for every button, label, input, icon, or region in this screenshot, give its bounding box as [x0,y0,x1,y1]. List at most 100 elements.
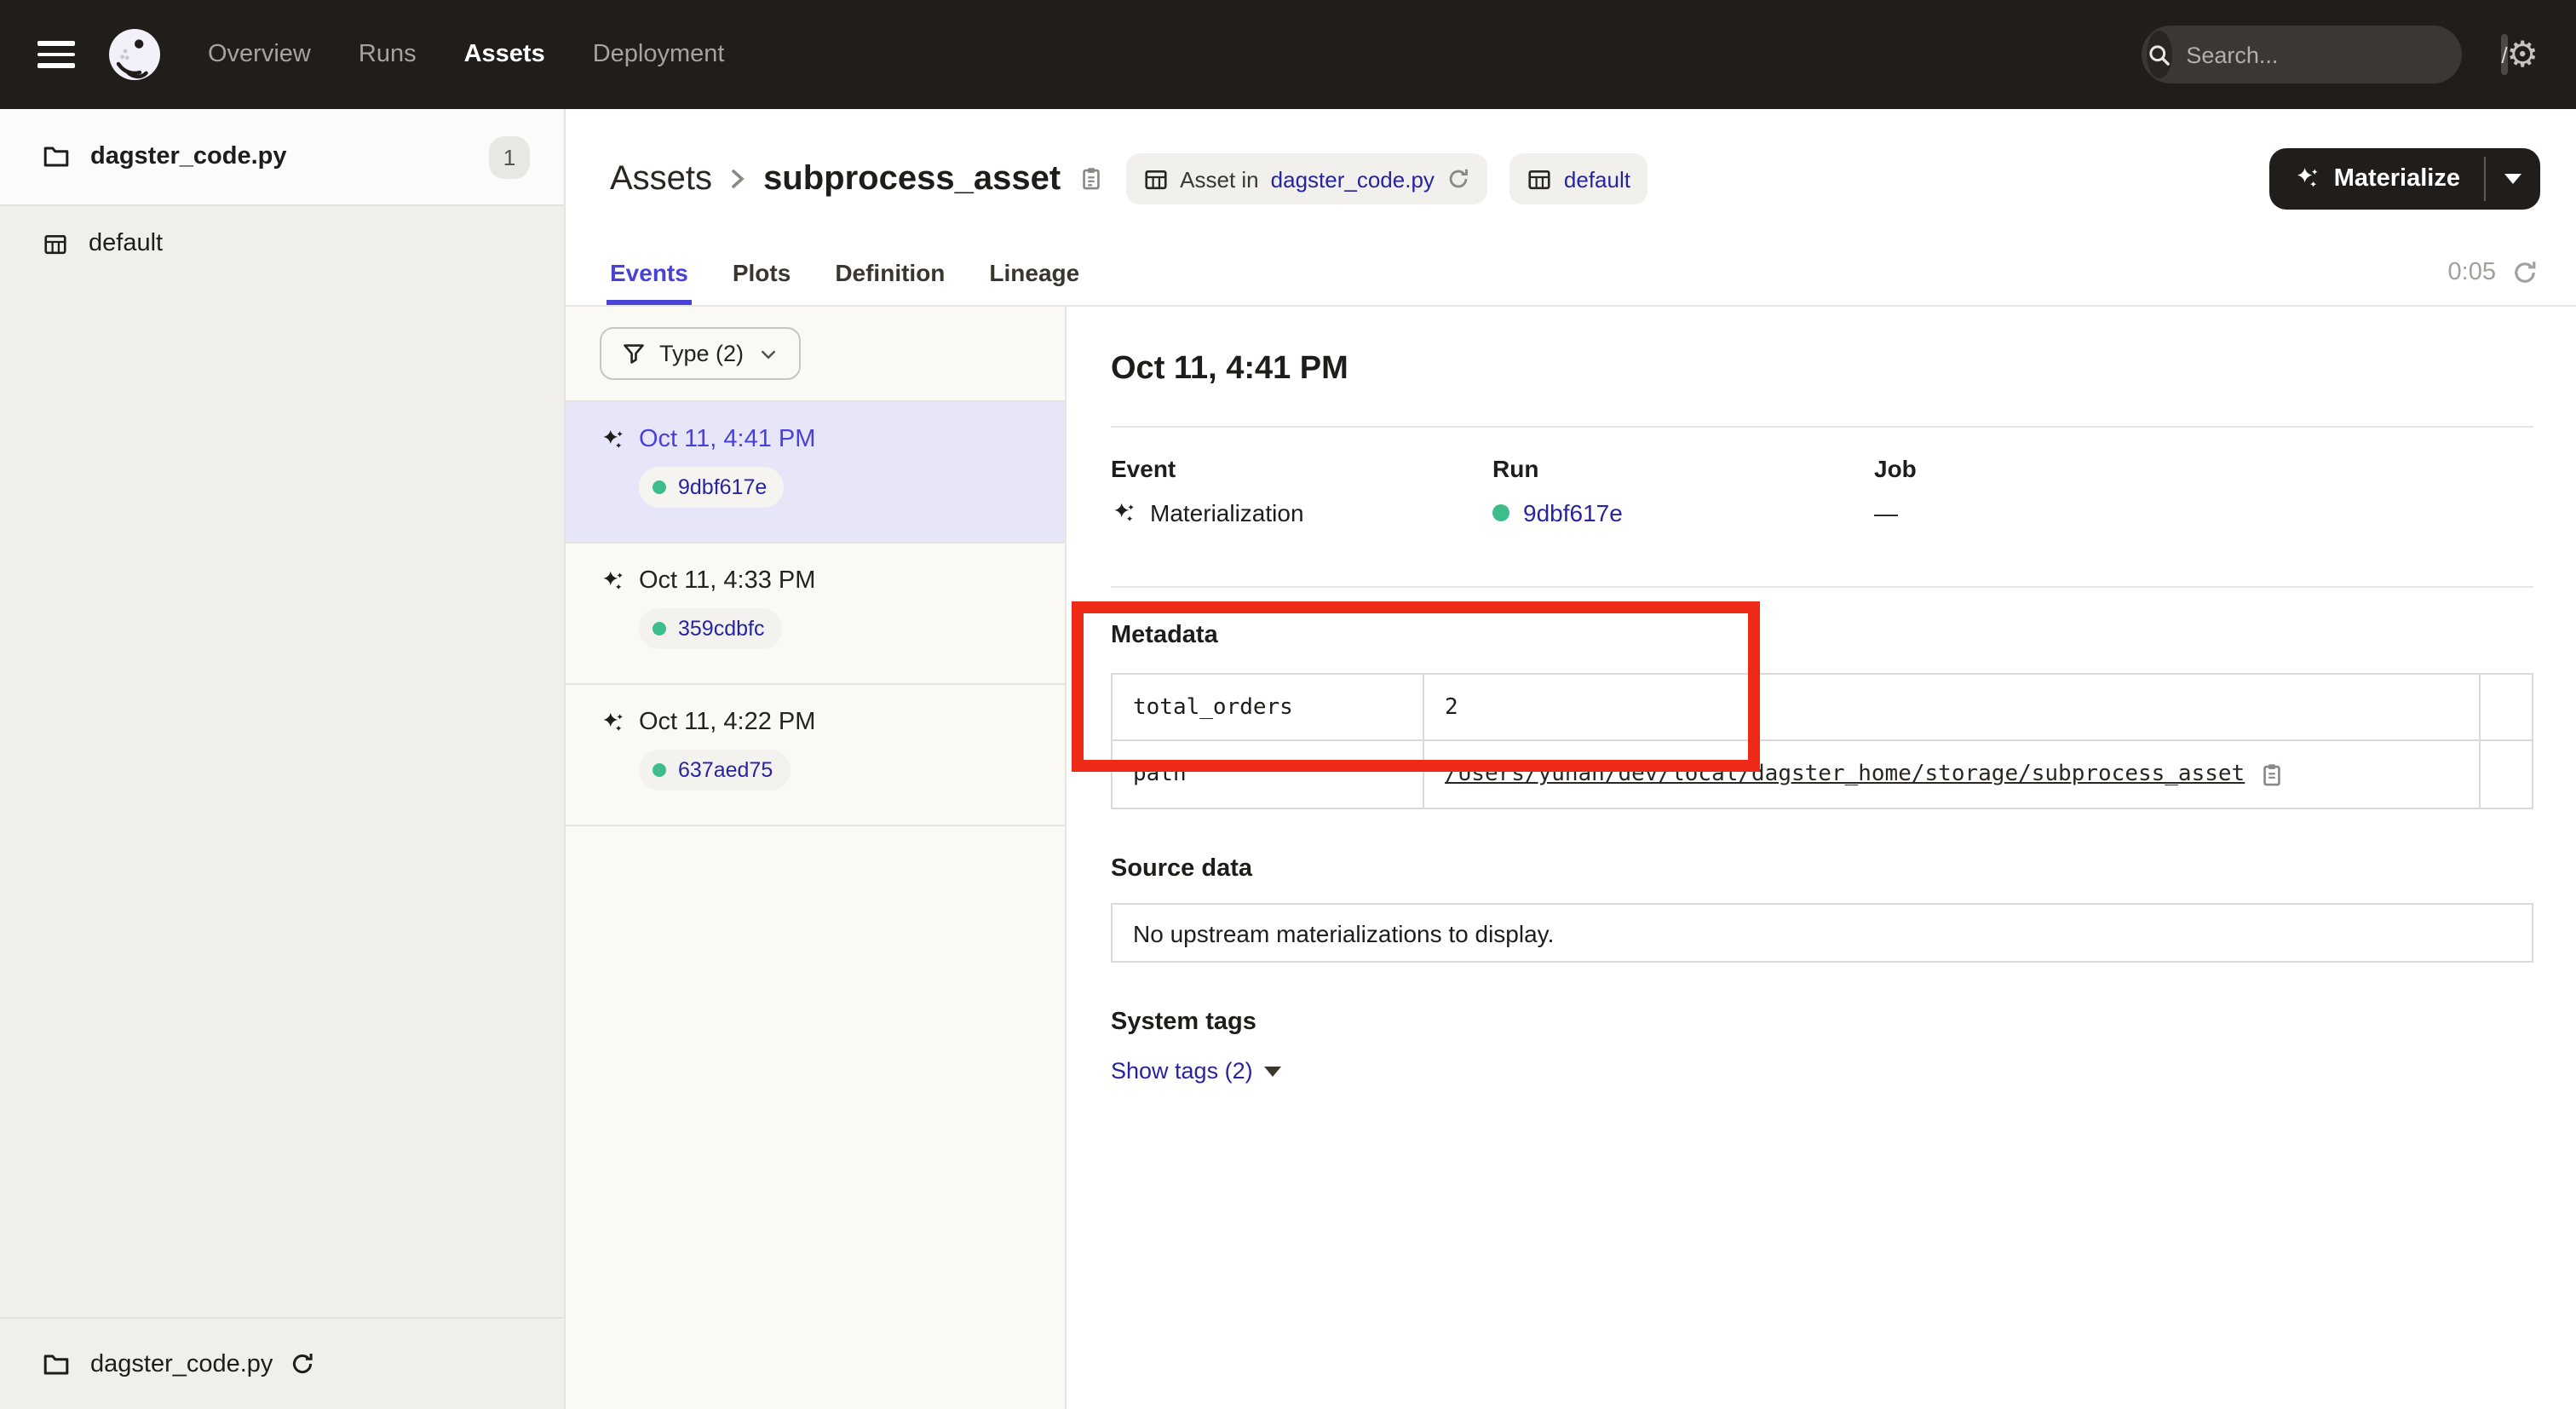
metadata-actions-cell [2481,675,2532,741]
sidebar-default-group-label: default [89,230,163,257]
run-column-label: Run [1492,455,1874,482]
event-list-item[interactable]: Oct 11, 4:33 PM 359cdbfc [566,543,1065,685]
caret-down-icon [1265,1066,1282,1076]
copy-asset-name-icon[interactable] [1078,165,1103,193]
code-location-link[interactable]: dagster_code.py [1271,166,1435,192]
group-link[interactable]: default [1564,166,1630,192]
materialize-split-button: Materialize [2269,148,2540,210]
type-filter-label: Type (2) [659,341,744,366]
nav-deployment[interactable]: Deployment [593,41,725,68]
reload-code-location-icon[interactable] [290,1351,315,1377]
top-nav-right: / ⚙ [2142,26,2539,83]
tab-events[interactable]: Events [610,239,688,305]
run-id-link: 637aed75 [678,758,773,782]
dagster-logo-icon[interactable] [106,26,164,83]
app-body: dagster_code.py 1 default dagster_code.p… [0,109,2576,1409]
path-link[interactable]: /Users/yuhan/dev/local/dagster_home/stor… [1445,762,2245,787]
copy-path-icon[interactable] [2258,761,2284,788]
job-value: — [1874,499,1898,526]
show-tags-label: Show tags (2) [1111,1058,1253,1084]
chevron-down-icon [757,343,778,364]
metadata-value: 2 [1424,675,2481,741]
materialize-label: Materialize [2334,165,2460,193]
sidebar-code-location-label: dagster_code.py [90,143,287,170]
event-detail-heading: Oct 11, 4:41 PM [1111,351,2533,388]
event-list-item[interactable]: Oct 11, 4:41 PM 9dbf617e [566,402,1065,543]
refresh-timer: 0:05 [2448,258,2539,285]
metadata-key: path [1113,741,1424,808]
sparkle-icon [2293,165,2320,193]
metadata-key: total_orders [1113,675,1424,741]
event-column-label: Event [1111,455,1492,482]
sidebar-item-default-group[interactable]: default [0,206,564,278]
top-nav: Overview Runs Assets Deployment / ⚙ [0,0,2576,109]
job-column: Job — [1874,455,1917,526]
search-shortcut-badge: / [2501,34,2507,75]
tab-lineage[interactable]: Lineage [989,239,1079,305]
chevron-right-icon [729,167,746,191]
breadcrumb: Assets subprocess_asset Asset in dagster… [610,153,1647,204]
refresh-icon[interactable] [1446,167,1470,191]
event-summary-columns: Event Materialization Run [1111,455,2533,526]
materialize-dropdown-button[interactable] [2486,148,2540,210]
page-title: subprocess_asset [763,159,1061,198]
primary-nav: Overview Runs Assets Deployment [208,41,724,68]
events-filter-area: Type (2) [566,307,1065,402]
run-id-link[interactable]: 9dbf617e [1523,499,1623,526]
run-id-link: 359cdbfc [678,617,764,641]
event-timestamp: Oct 11, 4:41 PM [639,426,815,453]
show-tags-toggle[interactable]: Show tags (2) [1111,1058,1282,1084]
breadcrumb-assets-link[interactable]: Assets [610,159,712,198]
refresh-countdown: 0:05 [2448,258,2496,285]
run-id-pill[interactable]: 637aed75 [639,750,790,791]
asset-tabs: Events Plots Definition Lineage 0:05 [566,239,2576,307]
sidebar-footer-code-location[interactable]: dagster_code.py [0,1317,564,1409]
materialization-sparkle-icon [600,710,625,735]
nav-runs[interactable]: Runs [359,41,417,68]
run-status-dot [1492,504,1509,521]
folder-icon [43,143,70,170]
tab-definition[interactable]: Definition [835,239,945,305]
run-column: Run 9dbf617e [1492,455,1874,526]
tab-plots[interactable]: Plots [733,239,791,305]
metadata-table: total_orders 2 path /Users/yuhan/dev/loc… [1111,673,2533,809]
materialization-sparkle-icon [600,568,625,594]
divider [1111,426,2533,428]
asset-in-text: Asset in [1180,166,1259,192]
gear-icon[interactable]: ⚙ [2506,37,2539,72]
event-column: Event Materialization [1111,455,1492,526]
metadata-actions-cell [2481,741,2532,808]
materialization-sparkle-icon [1111,500,1136,526]
event-list-item[interactable]: Oct 11, 4:22 PM 637aed75 [566,685,1065,826]
main-area: Assets subprocess_asset Asset in dagster… [566,109,2576,1409]
search-input[interactable] [2172,42,2501,67]
events-list-panel: Type (2) Oct 11, 4:41 PM [566,307,1067,1409]
divider [1111,586,2533,588]
run-status-dot [653,763,666,777]
asset-group-icon [43,231,68,256]
group-table-icon [1527,166,1552,192]
event-detail-panel: Oct 11, 4:41 PM Event Materialization [1067,307,2576,1409]
refresh-icon[interactable] [2511,258,2539,285]
nav-overview[interactable]: Overview [208,41,311,68]
page-header: Assets subprocess_asset Asset in dagster… [566,109,2576,239]
sidebar: dagster_code.py 1 default dagster_code.p… [0,109,566,1409]
search-icon [2147,31,2172,78]
nav-assets[interactable]: Assets [464,41,545,68]
source-data-empty-box: No upstream materializations to display. [1111,903,2533,963]
caret-down-icon [2504,174,2521,184]
sidebar-footer-label: dagster_code.py [90,1350,273,1377]
events-content: Type (2) Oct 11, 4:41 PM [566,307,2576,1409]
search-bar[interactable]: / [2142,26,2462,83]
hamburger-menu-icon[interactable] [37,42,75,67]
asset-group-badge: default [1509,153,1647,204]
run-id-pill[interactable]: 359cdbfc [639,608,781,649]
sidebar-item-code-location[interactable]: dagster_code.py 1 [0,109,564,206]
materialize-button[interactable]: Materialize [2269,148,2484,210]
folder-icon [43,1350,70,1377]
metadata-heading: Metadata [1111,622,2533,649]
run-id-pill[interactable]: 9dbf617e [639,467,784,508]
event-timestamp: Oct 11, 4:22 PM [639,709,815,736]
asset-table-icon [1142,166,1168,192]
type-filter-button[interactable]: Type (2) [600,327,800,380]
